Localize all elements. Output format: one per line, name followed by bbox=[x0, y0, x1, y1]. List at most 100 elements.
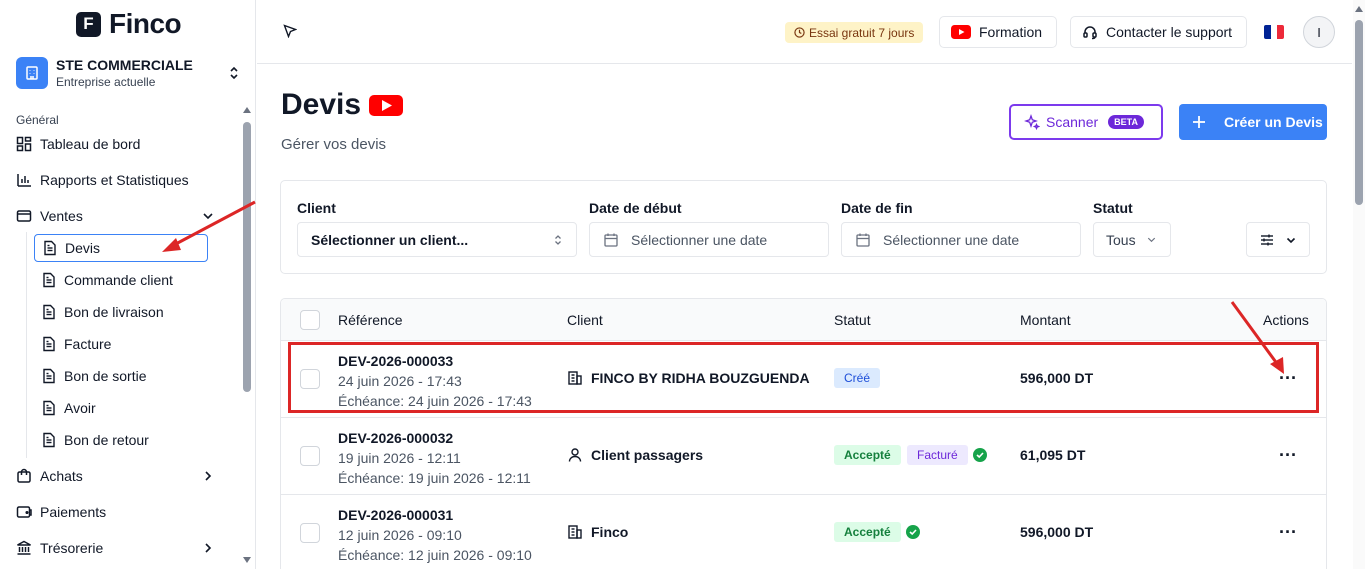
trial-badge: Essai gratuit 7 jours bbox=[785, 22, 924, 43]
document-icon bbox=[43, 336, 55, 352]
formation-label: Formation bbox=[979, 24, 1043, 40]
sidebar-item-reports[interactable]: Rapports et Statistiques bbox=[16, 167, 234, 193]
sidebar-subitem-label: Avoir bbox=[64, 400, 96, 416]
page-subtitle: Gérer vos devis bbox=[281, 136, 387, 153]
header-amount[interactable]: Montant bbox=[1020, 312, 1071, 328]
status-select-value: Tous bbox=[1106, 231, 1136, 248]
logo-text: Finco bbox=[109, 8, 182, 39]
avatar[interactable]: I bbox=[1303, 16, 1335, 48]
client-filter-label: Client bbox=[297, 200, 336, 216]
row-client: Finco bbox=[567, 524, 628, 540]
sidebar-item-achats[interactable]: Achats bbox=[16, 463, 234, 489]
language-flag-icon[interactable] bbox=[1264, 25, 1284, 39]
cursor-icon[interactable] bbox=[283, 24, 297, 38]
sidebar-item-label: Ventes bbox=[40, 208, 83, 224]
row-reference[interactable]: DEV-2026-000032 bbox=[338, 428, 531, 448]
row-amount: 596,000 DT bbox=[1020, 524, 1094, 540]
table-row[interactable]: DEV-2026-000031 12 juin 2026 - 09:10 Éch… bbox=[281, 495, 1326, 569]
check-circle-icon bbox=[973, 448, 987, 462]
sidebar: F Finco STE COMMERCIALE Entreprise actue… bbox=[0, 0, 256, 569]
page-title: Devis bbox=[281, 88, 362, 121]
document-icon bbox=[43, 368, 55, 384]
sidebar-subitem-facture[interactable]: Facture bbox=[34, 330, 208, 358]
sidebar-subitem-bon-sortie[interactable]: Bon de sortie bbox=[34, 362, 208, 390]
bar-chart-icon bbox=[17, 174, 31, 187]
formation-button[interactable]: Formation bbox=[939, 16, 1057, 48]
more-actions-icon[interactable]: ··· bbox=[1279, 445, 1297, 466]
document-icon bbox=[43, 400, 55, 416]
company-switcher[interactable]: STE COMMERCIALE Entreprise actuelle bbox=[16, 55, 241, 91]
sidebar-item-paiements[interactable]: Paiements bbox=[16, 499, 234, 525]
sidebar-scroll-down[interactable] bbox=[243, 557, 251, 563]
app-logo[interactable]: F Finco bbox=[76, 8, 182, 40]
header-actions: Actions bbox=[1263, 312, 1309, 328]
header-client[interactable]: Client bbox=[567, 312, 603, 328]
sidebar-subitem-bon-retour[interactable]: Bon de retour bbox=[34, 426, 208, 454]
create-devis-label: Créer un Devis bbox=[1224, 114, 1323, 130]
create-devis-button[interactable]: Créer un Devis bbox=[1179, 104, 1327, 140]
page-scrollbar[interactable] bbox=[1353, 0, 1365, 569]
status-select[interactable]: Tous bbox=[1093, 222, 1171, 257]
sidebar-item-ventes[interactable]: Ventes bbox=[16, 203, 234, 229]
row-client: Client passagers bbox=[567, 447, 703, 463]
devis-table: Référence Client Statut Montant Actions … bbox=[280, 298, 1327, 569]
scanner-button[interactable]: Scanner BETA bbox=[1009, 104, 1163, 140]
beta-badge: BETA bbox=[1108, 115, 1144, 129]
support-button[interactable]: Contacter le support bbox=[1070, 16, 1247, 48]
youtube-icon bbox=[951, 25, 971, 39]
sidebar-subitem-commande-client[interactable]: Commande client bbox=[34, 266, 208, 294]
row-checkbox[interactable] bbox=[300, 523, 320, 543]
sidebar-scroll-up[interactable] bbox=[243, 107, 251, 113]
header-status[interactable]: Statut bbox=[834, 312, 871, 328]
filters-panel: Client Sélectionner un client... Date de… bbox=[280, 180, 1327, 274]
sidebar-subitem-devis[interactable]: Devis bbox=[34, 234, 208, 262]
sidebar-item-label: Trésorerie bbox=[40, 540, 104, 556]
wallet-icon bbox=[16, 210, 32, 222]
plus-icon bbox=[1193, 116, 1205, 128]
document-icon bbox=[44, 240, 56, 256]
status-badge: Accepté bbox=[834, 522, 901, 542]
sidebar-item-dashboard[interactable]: Tableau de bord bbox=[16, 131, 234, 157]
row-date: 12 juin 2026 - 09:10 bbox=[338, 527, 462, 543]
table-row[interactable]: DEV-2026-000032 19 juin 2026 - 12:11 Éch… bbox=[281, 418, 1326, 495]
row-amount: 61,095 DT bbox=[1020, 447, 1086, 463]
column-settings-button[interactable] bbox=[1246, 222, 1310, 257]
check-circle-icon bbox=[906, 525, 920, 539]
nav-section-general: Général bbox=[16, 113, 59, 127]
user-icon bbox=[568, 448, 582, 462]
more-actions-icon[interactable]: ··· bbox=[1279, 522, 1297, 543]
calendar-icon bbox=[856, 233, 870, 247]
row-reference[interactable]: DEV-2026-000031 bbox=[338, 505, 532, 525]
sidebar-subitem-bon-livraison[interactable]: Bon de livraison bbox=[34, 298, 208, 326]
sidebar-subitem-label: Bon de sortie bbox=[64, 368, 147, 384]
sidebar-subitem-label: Bon de livraison bbox=[64, 304, 164, 320]
company-name: STE COMMERCIALE bbox=[56, 57, 193, 73]
sidebar-subitem-label: Bon de retour bbox=[64, 432, 149, 448]
row-checkbox[interactable] bbox=[300, 446, 320, 466]
end-date-input[interactable]: Sélectionner une date bbox=[841, 222, 1081, 257]
chevron-down-icon bbox=[203, 213, 213, 220]
chevron-right-icon bbox=[205, 543, 212, 553]
submenu-line bbox=[26, 232, 27, 458]
sidebar-subitem-label: Devis bbox=[65, 240, 101, 256]
youtube-icon[interactable] bbox=[369, 94, 404, 116]
company-subtitle: Entreprise actuelle bbox=[56, 75, 156, 89]
table-header: Référence Client Statut Montant Actions bbox=[281, 299, 1326, 341]
chevron-updown-icon bbox=[230, 66, 238, 80]
row-client-name: Client passagers bbox=[591, 447, 704, 463]
header-reference[interactable]: Référence bbox=[338, 312, 403, 328]
page-scroll-up[interactable] bbox=[1355, 6, 1363, 12]
client-select-value: Sélectionner un client... bbox=[311, 231, 469, 248]
start-date-placeholder: Sélectionner une date bbox=[631, 231, 768, 248]
sidebar-scrollbar[interactable] bbox=[243, 122, 251, 392]
start-date-input[interactable]: Sélectionner une date bbox=[589, 222, 829, 257]
building-icon bbox=[568, 525, 582, 539]
status-badge: Accepté bbox=[834, 445, 901, 465]
client-select[interactable]: Sélectionner un client... bbox=[297, 222, 577, 257]
select-all-checkbox[interactable] bbox=[300, 310, 320, 330]
sidebar-subitem-avoir[interactable]: Avoir bbox=[34, 394, 208, 422]
page-scroll-thumb[interactable] bbox=[1355, 20, 1363, 205]
sidebar-subitem-label: Commande client bbox=[64, 272, 173, 288]
sidebar-item-tresorerie[interactable]: Trésorerie bbox=[16, 535, 234, 561]
start-date-label: Date de début bbox=[589, 200, 682, 216]
